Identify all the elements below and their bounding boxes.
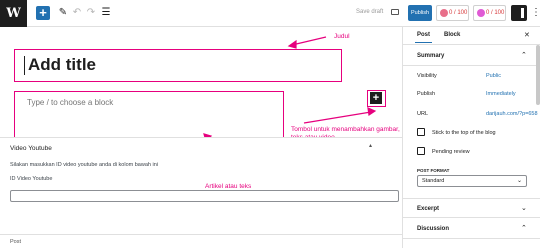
visibility-label: Visibility: [417, 73, 437, 79]
publish-label: Publish: [417, 91, 436, 97]
post-format-label: POST FORMAT: [417, 168, 450, 173]
publish-button[interactable]: Publish: [408, 5, 432, 21]
seo-score-value: 0 / 100: [449, 10, 468, 16]
meta-box-description: Silakan masukkan ID video youtube anda d…: [10, 162, 158, 168]
wordpress-logo-icon[interactable]: W: [0, 0, 27, 27]
annotation-article: Artikel atau teks: [205, 183, 252, 190]
sidebar-scrollbar[interactable]: [536, 45, 540, 105]
url-label: URL: [417, 111, 429, 117]
chevron-down-icon: ⌄: [516, 178, 522, 184]
youtube-id-label: ID Video Youtube: [10, 176, 53, 182]
close-icon[interactable]: ✕: [524, 31, 530, 39]
chevron-up-icon: ⌃: [521, 225, 527, 232]
add-block-button[interactable]: +: [36, 6, 50, 20]
summary-panel-title: Summary: [417, 53, 445, 59]
pencil-icon[interactable]: ✎: [56, 6, 70, 20]
redo-icon[interactable]: ↷: [84, 6, 98, 20]
sidebar-tabs: Post Block ✕: [403, 27, 540, 45]
pending-review-label: Pending review: [432, 149, 470, 155]
readability-score-button[interactable]: 0 / 100: [473, 5, 506, 21]
footer-divider: [0, 234, 402, 235]
youtube-id-input[interactable]: [10, 190, 399, 202]
readability-score-value: 0 / 100: [486, 10, 505, 16]
discussion-panel-header[interactable]: Discussion ⌃: [403, 219, 540, 239]
breadcrumb[interactable]: Post: [10, 239, 21, 245]
post-format-value: Standard: [422, 178, 445, 184]
excerpt-panel-header[interactable]: Excerpt ⌄: [403, 198, 540, 218]
meta-box-title: Video Youtube: [10, 145, 52, 152]
post-format-select[interactable]: Standard ⌄: [417, 175, 527, 187]
settings-sidebar-toggle-icon[interactable]: [511, 5, 527, 21]
settings-sidebar: Post Block ✕ Summary ⌃ Visibility Public…: [402, 27, 540, 248]
undo-icon[interactable]: ↶: [70, 6, 84, 20]
options-menu-icon[interactable]: ⋮: [531, 6, 540, 20]
discussion-panel-title: Discussion: [417, 226, 450, 232]
preview-icon[interactable]: [391, 9, 399, 15]
pending-review-checkbox[interactable]: [417, 147, 425, 155]
publish-date-value[interactable]: Immediately: [486, 91, 516, 97]
url-value[interactable]: darijauh.com/?p=658: [486, 111, 538, 117]
save-draft-button[interactable]: Save draft: [356, 9, 383, 15]
meta-box-toggle-icon[interactable]: ▴: [369, 142, 372, 149]
excerpt-panel-title: Excerpt: [417, 206, 440, 212]
readability-score-icon: [477, 9, 485, 17]
tab-post[interactable]: Post: [414, 32, 433, 43]
chevron-down-icon: ⌄: [521, 205, 527, 212]
summary-panel-header[interactable]: Summary ⌃: [403, 46, 540, 66]
visibility-value[interactable]: Public: [486, 73, 501, 79]
sticky-label: Stick to the top of the blog: [432, 130, 496, 136]
seo-score-button[interactable]: 0 / 100: [436, 5, 469, 21]
document-overview-icon[interactable]: ☰: [99, 6, 113, 20]
sticky-checkbox[interactable]: [417, 128, 425, 136]
editor-top-bar: W + ✎ ↶ ↷ ☰ Save draft Publish 0 / 100 0…: [0, 0, 540, 27]
chevron-up-icon: ⌃: [521, 52, 527, 59]
youtube-meta-box: Video Youtube ▴ Silakan masukkan ID vide…: [0, 137, 402, 248]
seo-score-icon: [440, 9, 448, 17]
tab-block[interactable]: Block: [444, 32, 460, 38]
